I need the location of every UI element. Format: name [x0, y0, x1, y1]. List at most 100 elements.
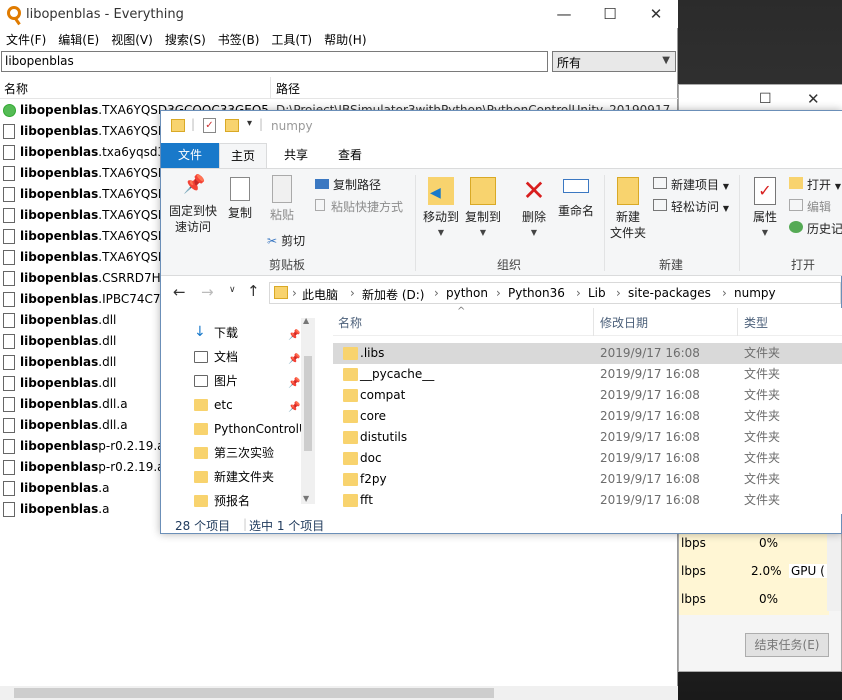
- menu-file[interactable]: 文件(F): [0, 28, 52, 48]
- file-row[interactable]: __pycache__ 2019/9/17 16:08 文件夹: [333, 364, 842, 385]
- file-type: 文件夹: [744, 346, 781, 360]
- breadcrumb-separator[interactable]: ›: [576, 286, 581, 300]
- nav-item-label: PythonControlU: [214, 422, 308, 436]
- menu-tools[interactable]: 工具(T): [265, 28, 318, 48]
- forward-icon[interactable]: →: [201, 283, 214, 301]
- menu-edit[interactable]: 编辑(E): [52, 28, 105, 48]
- breadcrumb-site-packages[interactable]: site-packages: [628, 286, 711, 300]
- paste-button[interactable]: 粘贴: [265, 175, 299, 223]
- copy-button[interactable]: 复制: [223, 177, 257, 221]
- folder-icon: [194, 471, 208, 483]
- tab-view[interactable]: 查看: [325, 143, 375, 168]
- search-input[interactable]: libopenblas: [1, 51, 548, 72]
- rename-button[interactable]: 重命名: [555, 177, 597, 219]
- easy-access-button[interactable]: 轻松访问 ▼: [653, 198, 729, 215]
- sort-ascending-icon: ^: [457, 306, 466, 317]
- filter-select[interactable]: 所有 ▼: [552, 51, 676, 72]
- scroll-down-icon[interactable]: ▼: [303, 494, 309, 503]
- breadcrumb-python36[interactable]: Python36: [508, 286, 565, 300]
- breadcrumb-numpy[interactable]: numpy: [734, 286, 776, 300]
- move-to-button[interactable]: ◀ 移动到 ▼: [421, 177, 461, 241]
- file-icon: [3, 250, 15, 265]
- scroll-up-icon[interactable]: ▲: [303, 316, 309, 325]
- properties-icon[interactable]: ✓: [203, 118, 216, 133]
- breadcrumb-separator[interactable]: ›: [292, 286, 297, 300]
- menu-help[interactable]: 帮助(H): [318, 28, 372, 48]
- minimize-icon[interactable]: ☐: [759, 91, 772, 107]
- nav-item-label: 下载: [214, 326, 239, 340]
- file-row[interactable]: distutils 2019/9/17 16:08 文件夹: [333, 427, 842, 448]
- edit-label: 编辑: [807, 200, 832, 214]
- customize-toolbar-icon[interactable]: ▾: [247, 118, 252, 129]
- close-icon[interactable]: ✕: [807, 90, 820, 108]
- up-icon[interactable]: ↑: [247, 282, 260, 300]
- task-row[interactable]: lbps 0%: [679, 531, 829, 559]
- column-separator[interactable]: [737, 308, 738, 336]
- task-row[interactable]: lbps 0%: [679, 587, 829, 615]
- minimize-button[interactable]: —: [541, 0, 587, 28]
- new-folder-icon[interactable]: [225, 119, 239, 132]
- file-row[interactable]: compat 2019/9/17 16:08 文件夹: [333, 385, 842, 406]
- breadcrumb-separator[interactable]: ›: [350, 286, 355, 300]
- breadcrumb-drive[interactable]: 新加卷 (D:): [362, 286, 424, 303]
- open-button[interactable]: 打开 ▼: [789, 176, 841, 193]
- breadcrumb-lib[interactable]: Lib: [588, 286, 606, 300]
- column-separator[interactable]: [270, 77, 271, 99]
- tab-home[interactable]: 主页: [219, 143, 267, 168]
- maximize-button[interactable]: ☐: [587, 0, 633, 28]
- copy-to-button[interactable]: 复制到 ▼: [463, 177, 503, 241]
- new-item-button[interactable]: 新建项目 ▼: [653, 176, 729, 193]
- file-type: 文件夹: [744, 472, 781, 486]
- nav-scrollbar-thumb[interactable]: [304, 356, 312, 451]
- tab-file[interactable]: 文件: [161, 143, 219, 168]
- breadcrumb-this-pc[interactable]: 此电脑: [302, 286, 338, 303]
- edit-button[interactable]: 编辑: [789, 198, 831, 215]
- column-name-header[interactable]: 名称: [338, 314, 362, 331]
- file-row[interactable]: doc 2019/9/17 16:08 文件夹: [333, 448, 842, 469]
- cut-button[interactable]: ✂ 剪切: [267, 232, 305, 249]
- paste-shortcut-label: 粘贴快捷方式: [331, 200, 404, 214]
- task-scrollbar[interactable]: [827, 531, 841, 611]
- file-row[interactable]: .libs 2019/9/17 16:08 文件夹: [333, 343, 842, 364]
- dropdown-arrow-icon: ▼: [761, 228, 769, 237]
- column-date-header[interactable]: 修改日期: [600, 314, 648, 331]
- delete-button[interactable]: ✕ 删除 ▼: [517, 177, 551, 241]
- file-date: 2019/9/17 16:08: [600, 451, 700, 465]
- breadcrumb-separator[interactable]: ›: [496, 286, 501, 300]
- column-type-header[interactable]: 类型: [744, 314, 768, 331]
- back-icon[interactable]: ←: [173, 283, 186, 301]
- recent-locations-icon[interactable]: ∨: [229, 285, 236, 295]
- breadcrumb-separator[interactable]: ›: [616, 286, 621, 300]
- gpu-value: 2.0%: [751, 564, 782, 578]
- copy-path-button[interactable]: 复制路径: [315, 176, 381, 193]
- new-folder-button[interactable]: 新建 文件夹: [607, 177, 649, 241]
- breadcrumb-python[interactable]: python: [446, 286, 488, 300]
- tab-share[interactable]: 共享: [271, 143, 321, 168]
- scrollbar-thumb[interactable]: [14, 688, 494, 698]
- file-row[interactable]: fft 2019/9/17 16:08 文件夹: [333, 490, 842, 511]
- column-path-header[interactable]: 路径: [276, 80, 300, 97]
- pin-quick-access-button[interactable]: 📌 固定到快 速访问: [167, 176, 219, 235]
- pin-icon[interactable]: 📌: [288, 397, 300, 419]
- menu-bookmarks[interactable]: 书签(B): [212, 28, 266, 48]
- folder-icon: [194, 423, 208, 435]
- address-bar[interactable]: › 此电脑 › 新加卷 (D:) › python › Python36 › L…: [269, 282, 841, 304]
- column-separator[interactable]: [593, 308, 594, 336]
- breadcrumb-separator[interactable]: ›: [434, 286, 439, 300]
- properties-button[interactable]: ✓ 属性 ▼: [745, 177, 785, 241]
- file-row[interactable]: core 2019/9/17 16:08 文件夹: [333, 406, 842, 427]
- history-button[interactable]: 历史记: [789, 220, 842, 237]
- menu-view[interactable]: 视图(V): [105, 28, 159, 48]
- task-row[interactable]: lbps 2.0% GPU (: [679, 559, 829, 587]
- menu-search[interactable]: 搜索(S): [159, 28, 212, 48]
- pin-icon[interactable]: 📌: [288, 373, 300, 395]
- file-row[interactable]: f2py 2019/9/17 16:08 文件夹: [333, 469, 842, 490]
- close-button[interactable]: ✕: [633, 0, 679, 28]
- breadcrumb-separator[interactable]: ›: [722, 286, 727, 300]
- end-task-button[interactable]: 结束任务(E): [745, 633, 829, 657]
- pin-icon[interactable]: 📌: [288, 325, 300, 347]
- paste-shortcut-button[interactable]: 粘贴快捷方式: [315, 198, 403, 215]
- result-name: libopenblasp-r0.2.19.a: [20, 460, 165, 474]
- pin-icon[interactable]: 📌: [288, 349, 300, 371]
- column-name-header[interactable]: 名称: [4, 80, 28, 97]
